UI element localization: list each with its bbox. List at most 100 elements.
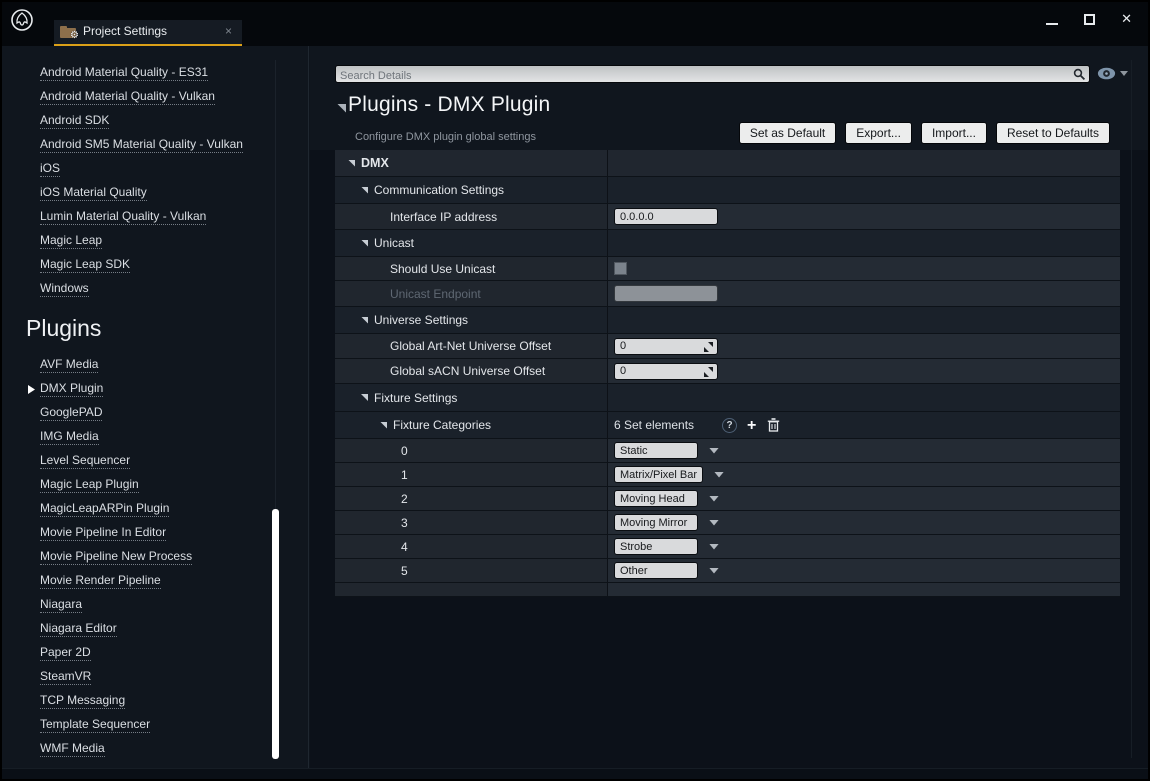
help-icon[interactable]: ? xyxy=(722,418,737,433)
search-input[interactable] xyxy=(336,68,1089,84)
header-row-communication-settings[interactable]: Communication Settings xyxy=(335,177,1120,204)
fixture-category-row: 1 Matrix/Pixel Bar xyxy=(335,463,1120,487)
expander-icon[interactable] xyxy=(361,394,368,401)
category-dropdown[interactable]: Moving Head xyxy=(614,490,698,507)
category-dropdown[interactable]: Matrix/Pixel Bar xyxy=(614,466,703,483)
unicast-endpoint-input-disabled xyxy=(614,285,718,302)
sidebar-item-plugin[interactable]: Movie Pipeline New Process xyxy=(2,545,308,569)
drag-spinner-icon[interactable] xyxy=(704,342,713,352)
dropdown-arrow-icon[interactable] xyxy=(709,544,719,550)
sidebar-item[interactable]: Android Material Quality - ES31 xyxy=(2,61,308,85)
expander-icon[interactable] xyxy=(348,160,355,167)
expander-icon[interactable] xyxy=(361,187,368,194)
collapse-arrow-icon[interactable] xyxy=(337,104,346,113)
sidebar-item[interactable]: Android Material Quality - Vulkan xyxy=(2,85,308,109)
chevron-down-icon xyxy=(1120,71,1128,76)
page-title-row: Plugins - DMX Plugin xyxy=(337,93,550,117)
category-dropdown[interactable]: Other xyxy=(614,562,698,579)
eye-icon xyxy=(1097,67,1116,80)
drag-spinner-icon[interactable] xyxy=(704,367,713,377)
search-icon xyxy=(1073,68,1086,81)
interface-ip-input[interactable] xyxy=(614,208,718,225)
sidebar-item[interactable]: Windows xyxy=(2,277,308,301)
sidebar-item-plugin[interactable]: Paper 2D xyxy=(2,641,308,665)
header-row-fixture-settings[interactable]: Fixture Settings xyxy=(335,384,1120,412)
element-index: 0 xyxy=(335,444,408,458)
expander-icon[interactable] xyxy=(361,317,368,324)
property-row-unicast-endpoint: Unicast Endpoint xyxy=(335,281,1120,307)
sidebar-item-plugin[interactable]: GooglePAD xyxy=(2,401,308,425)
sidebar-item[interactable]: Android SDK xyxy=(2,109,308,133)
element-index: 5 xyxy=(335,564,408,578)
element-index: 1 xyxy=(335,468,408,482)
fixture-category-row: 2 Moving Head xyxy=(335,487,1120,511)
sidebar-item-plugin[interactable]: AVF Media xyxy=(2,353,308,377)
sidebar-item[interactable]: Magic Leap xyxy=(2,229,308,253)
fixture-category-row: 4 Strobe xyxy=(335,535,1120,559)
sidebar-item[interactable]: iOS xyxy=(2,157,308,181)
tab-project-settings[interactable]: ⚙ Project Settings × xyxy=(54,20,242,46)
sacn-offset-input[interactable]: 0 xyxy=(614,363,718,380)
search-details-box xyxy=(335,65,1090,83)
sidebar-item[interactable]: Android SM5 Material Quality - Vulkan xyxy=(2,133,308,157)
add-element-icon[interactable]: + xyxy=(747,418,756,433)
element-index: 4 xyxy=(335,540,408,554)
export-button[interactable]: Export... xyxy=(845,122,912,144)
sidebar-item-plugin[interactable]: WMF Media xyxy=(2,737,308,761)
sidebar-item-plugin[interactable]: Niagara xyxy=(2,593,308,617)
maximize-button[interactable] xyxy=(1084,14,1095,25)
sidebar-item[interactable]: Magic Leap SDK xyxy=(2,253,308,277)
sidebar-item-plugin[interactable]: IMG Media xyxy=(2,425,308,449)
details-scrollbar-track xyxy=(1131,60,1132,758)
import-button[interactable]: Import... xyxy=(921,122,987,144)
category-dropdown[interactable]: Strobe xyxy=(614,538,698,555)
property-row-should-use-unicast: Should Use Unicast xyxy=(335,257,1120,281)
dropdown-arrow-icon[interactable] xyxy=(709,448,719,454)
sidebar-item-plugin[interactable]: Movie Render Pipeline xyxy=(2,569,308,593)
grid-footer-strip xyxy=(335,583,1120,597)
tab-close-icon[interactable]: × xyxy=(223,24,234,38)
sidebar-item-plugin[interactable]: DMX Plugin xyxy=(2,377,308,401)
header-row-unicast[interactable]: Unicast xyxy=(335,230,1120,257)
should-use-unicast-checkbox[interactable] xyxy=(614,262,627,275)
expander-icon[interactable] xyxy=(380,422,387,429)
sidebar-item-plugin[interactable]: Template Sequencer xyxy=(2,713,308,737)
expander-icon[interactable] xyxy=(361,240,368,247)
sidebar-item-plugin[interactable]: SteamVR xyxy=(2,665,308,689)
set-as-default-button[interactable]: Set as Default xyxy=(739,122,836,144)
fixture-category-rows: 0 Static 1 Matrix/Pixel Bar xyxy=(335,439,1120,583)
page-title: Plugins - DMX Plugin xyxy=(348,93,550,117)
category-dropdown[interactable]: Moving Mirror xyxy=(614,514,698,531)
category-row-dmx[interactable]: DMX xyxy=(335,150,1120,177)
selected-marker-icon xyxy=(28,385,35,394)
sidebar-item-plugin[interactable]: Magic Leap Plugin xyxy=(2,473,308,497)
dropdown-arrow-icon[interactable] xyxy=(714,472,724,478)
sidebar-item[interactable]: Lumin Material Quality - Vulkan xyxy=(2,205,308,229)
set-elements-count: 6 Set elements xyxy=(614,418,694,432)
title-bar: ⚙ Project Settings × ✕ xyxy=(2,2,1148,46)
view-options[interactable] xyxy=(1097,67,1128,80)
reset-to-defaults-button[interactable]: Reset to Defaults xyxy=(996,122,1110,144)
header-row-universe-settings[interactable]: Universe Settings xyxy=(335,307,1120,334)
sidebar-item-plugin[interactable]: MagicLeapARPin Plugin xyxy=(2,497,308,521)
artnet-offset-input[interactable]: 0 xyxy=(614,338,718,355)
sidebar-item-plugin[interactable]: Niagara Editor xyxy=(2,617,308,641)
action-buttons: Set as Default Export... Import... Reset… xyxy=(739,122,1110,144)
project-settings-icon: ⚙ xyxy=(60,26,76,38)
close-button[interactable]: ✕ xyxy=(1121,10,1132,28)
dropdown-arrow-icon[interactable] xyxy=(709,496,719,502)
minimize-button[interactable] xyxy=(1046,23,1058,25)
header-row-fixture-categories[interactable]: Fixture Categories 6 Set elements ? + xyxy=(335,412,1120,439)
sidebar-item-plugin[interactable]: Movie Pipeline In Editor xyxy=(2,521,308,545)
sidebar-scrollbar-thumb[interactable] xyxy=(272,509,279,759)
delete-elements-icon[interactable] xyxy=(767,418,780,432)
dropdown-arrow-icon[interactable] xyxy=(709,520,719,526)
sidebar-item[interactable]: iOS Material Quality xyxy=(2,181,308,205)
sidebar-item-plugin[interactable]: Level Sequencer xyxy=(2,449,308,473)
dropdown-arrow-icon[interactable] xyxy=(709,568,719,574)
fixture-category-row: 3 Moving Mirror xyxy=(335,511,1120,535)
element-index: 3 xyxy=(335,516,408,530)
page-subtitle: Configure DMX plugin global settings xyxy=(355,131,536,143)
category-dropdown[interactable]: Static xyxy=(614,442,698,459)
sidebar-item-plugin[interactable]: TCP Messaging xyxy=(2,689,308,713)
